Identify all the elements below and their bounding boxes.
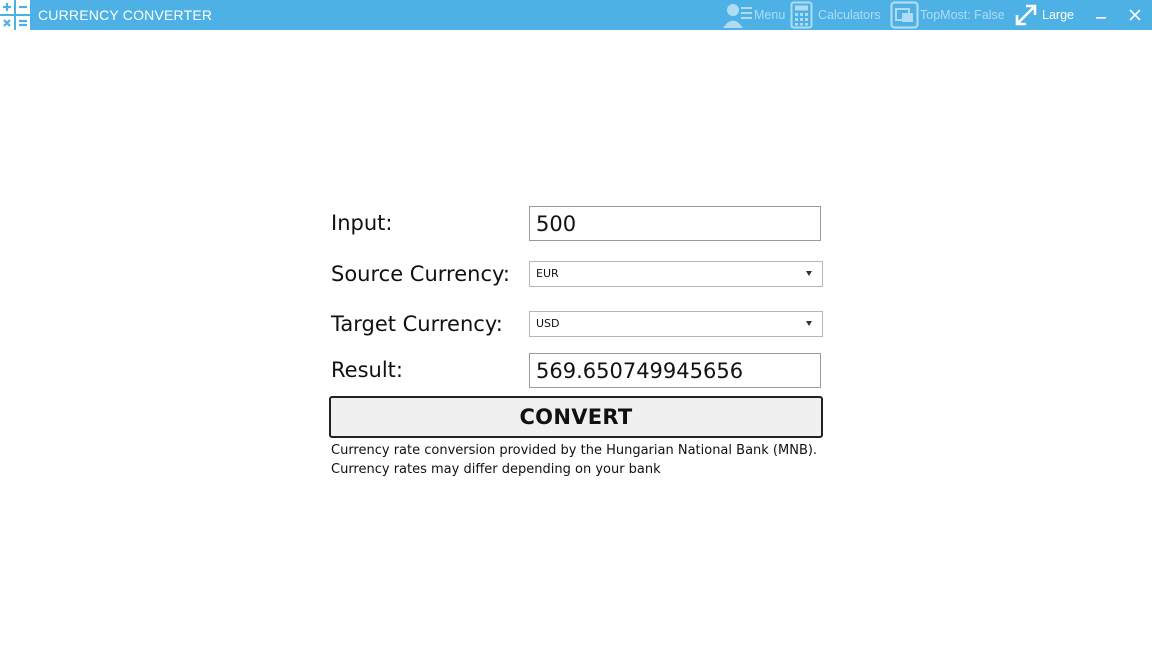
convert-button[interactable]: CONVERT [329, 396, 823, 438]
minimize-icon [1096, 17, 1106, 19]
close-button[interactable] [1121, 0, 1149, 30]
topmost-toggle[interactable]: TopMost: False [890, 0, 1005, 30]
source-currency-label: Source Currency: [331, 262, 510, 286]
source-currency-select[interactable]: EUR [529, 261, 823, 287]
rate-source-note: Currency rate conversion provided by the… [331, 443, 818, 458]
calculators-label: Calculators [818, 8, 881, 22]
topmost-label: TopMost: False [920, 8, 1005, 22]
resize-arrow-icon [1015, 4, 1037, 26]
amount-input[interactable]: 500 [529, 206, 821, 241]
menu-label: Menu [754, 8, 786, 22]
dropdown-arrow-icon [806, 321, 812, 326]
window-title: CURRENCY CONVERTER [38, 7, 213, 23]
input-label: Input: [331, 211, 393, 235]
result-label: Result: [331, 358, 403, 382]
target-currency-label: Target Currency: [331, 312, 503, 336]
source-currency-value: EUR [536, 267, 559, 280]
title-bar: CURRENCY CONVERTER Menu Calculators TopM… [0, 0, 1152, 30]
dropdown-arrow-icon [806, 271, 812, 276]
menu-button[interactable]: Menu [722, 0, 785, 30]
calculator-operators-icon [0, 0, 30, 30]
target-currency-select[interactable]: USD [529, 311, 823, 337]
close-icon [1129, 9, 1141, 21]
result-output[interactable]: 569.650749945656 [529, 353, 821, 388]
topmost-window-icon [890, 1, 919, 29]
minimize-button[interactable] [1087, 0, 1115, 30]
calculator-icon [790, 1, 813, 29]
user-menu-icon [723, 4, 752, 28]
rate-disclaimer-note: Currency rates may differ depending on y… [331, 462, 661, 477]
size-label: Large [1042, 8, 1074, 22]
calculators-button[interactable]: Calculators [790, 0, 881, 30]
size-toggle[interactable]: Large [1013, 0, 1074, 30]
target-currency-value: USD [536, 317, 560, 330]
